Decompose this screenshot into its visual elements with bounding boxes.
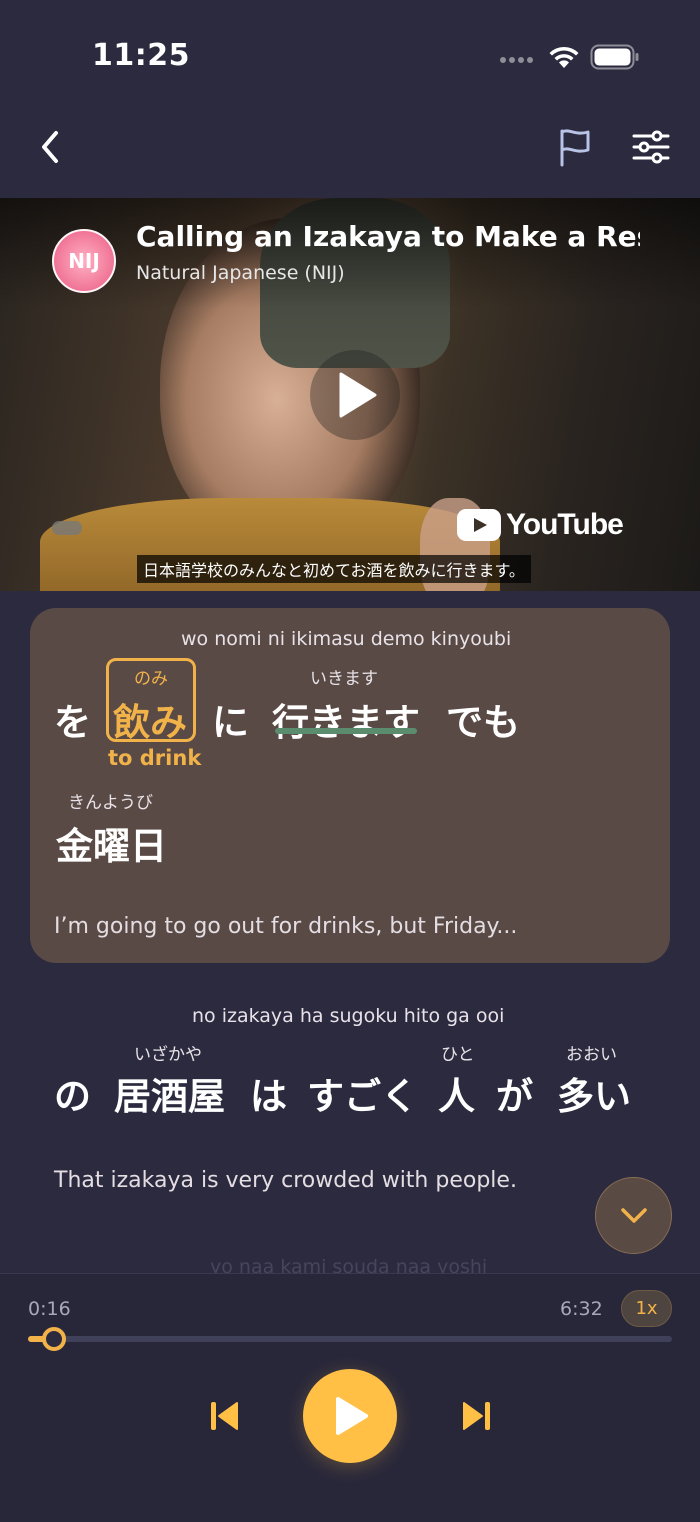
progress-thumb[interactable] [42, 1327, 67, 1351]
previous-line-button[interactable] [202, 1394, 246, 1438]
video-play-button[interactable] [310, 350, 400, 440]
video-channel: Natural Japanese (NIJ) [136, 262, 345, 284]
next-line-translation: That izakaya is very crowded with people… [54, 1168, 517, 1193]
chevron-left-icon [42, 131, 58, 163]
playback-speed-button[interactable]: 1x [621, 1290, 672, 1327]
youtube-icon [457, 509, 501, 541]
furigana-ikimasu: いきます [310, 669, 378, 689]
word-ni[interactable]: に [212, 692, 249, 746]
youtube-logo[interactable]: YouTube [456, 508, 624, 542]
next-line-romaji: no izakaya ha sugoku hito ga ooi [192, 1005, 505, 1027]
active-line-card[interactable]: wo nomi ni ikimasu demo kinyoubi を のみ 飲み… [30, 608, 670, 963]
back-button[interactable] [30, 126, 70, 168]
current-time: 0:16 [28, 1298, 71, 1320]
word-wo[interactable]: を [54, 692, 91, 746]
video-progress-pill [52, 521, 82, 535]
total-time: 6:32 [560, 1298, 603, 1320]
word-nomi[interactable]: 飲み [113, 692, 187, 746]
skip-next-icon [463, 1402, 490, 1430]
word-izakaya[interactable]: 居酒屋 [114, 1066, 225, 1120]
word-ga[interactable]: が [496, 1066, 533, 1120]
status-bar: 11:25 [0, 0, 700, 100]
furigana-nomi: のみ [134, 669, 168, 689]
channel-avatar[interactable]: NIJ [52, 229, 116, 293]
audio-player: 0:16 6:32 1x [0, 1273, 700, 1522]
play-button[interactable] [303, 1369, 397, 1463]
word-ooi[interactable]: 多い [557, 1066, 631, 1120]
battery-icon [590, 44, 640, 74]
nav-bar [0, 110, 700, 186]
furigana-ooi: おおい [566, 1045, 617, 1065]
settings-button[interactable] [628, 124, 674, 170]
video-title[interactable]: Calling an Izakaya to Make a Reservation [136, 220, 640, 253]
word-ha[interactable]: は [250, 1066, 287, 1120]
active-line-translation: I’m going to go out for drinks, but Frid… [54, 914, 518, 939]
signal-icon [500, 57, 533, 63]
word-no[interactable]: の [54, 1066, 91, 1120]
furigana-kinyoubi: きんようび [68, 793, 153, 813]
furigana-hito: ひと [441, 1045, 475, 1065]
status-time: 11:25 [92, 38, 190, 73]
word-hito[interactable]: 人 [438, 1066, 475, 1120]
chevron-down-icon [620, 1207, 647, 1223]
word-demo[interactable]: でも [446, 692, 520, 746]
word-kinyoubi[interactable]: 金曜日 [56, 816, 167, 870]
play-icon [336, 1397, 368, 1435]
word-sugoku[interactable]: すごく [307, 1066, 418, 1120]
next-line[interactable]: no izakaya ha sugoku hito ga ooi の いざかや … [0, 990, 700, 1210]
wifi-icon [547, 44, 581, 74]
flag-icon [560, 129, 590, 167]
progress-slider[interactable] [28, 1327, 672, 1351]
youtube-label: YouTube [506, 508, 624, 541]
word-underline [275, 728, 417, 734]
active-line-romaji: wo nomi ni ikimasu demo kinyoubi [181, 628, 512, 650]
video-caption: 日本語学校のみんなと初めてお酒を飲みに行きます。 [137, 555, 531, 583]
scroll-to-current-button[interactable] [595, 1177, 672, 1254]
word-gloss: to drink [108, 746, 202, 770]
sliders-icon [632, 130, 670, 164]
play-icon [339, 372, 377, 418]
next-line-button[interactable] [455, 1394, 499, 1438]
word-ikimasu[interactable]: 行きます [272, 692, 420, 746]
skip-previous-icon [211, 1402, 238, 1430]
report-flag-button[interactable] [552, 124, 596, 170]
furigana-izakaya: いざかや [134, 1045, 202, 1065]
